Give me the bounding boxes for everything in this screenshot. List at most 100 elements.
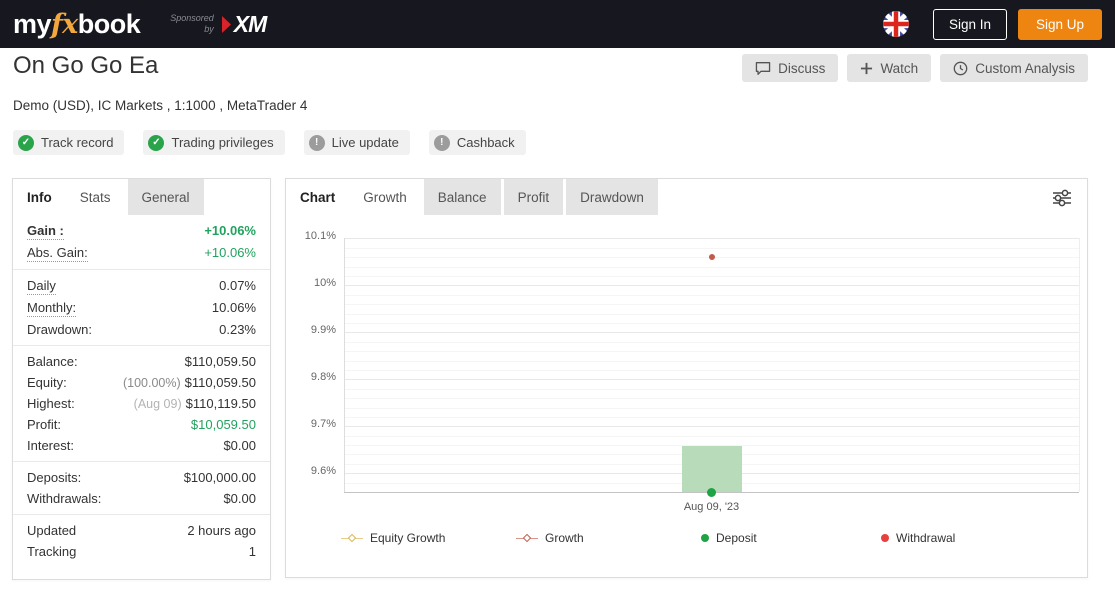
legend-marker-growth [516,534,538,543]
info-label[interactable]: Gain : [27,223,64,240]
sign-up-button[interactable]: Sign Up [1018,9,1102,40]
custom-analysis-button[interactable]: Custom Analysis [940,54,1088,82]
info-row-updated: Updated2 hours ago [27,520,256,541]
major-gridline [344,332,1079,333]
info-label[interactable]: Abs. Gain: [27,245,88,262]
data-point-growth [709,254,715,260]
logo-fx: fx [51,9,78,40]
info-label: Deposits: [27,470,81,486]
y-axis-tick-label: 9.7% [286,418,336,430]
info-label: Withdrawals: [27,491,101,507]
speech-bubble-icon [755,61,771,76]
info-value: 1 [249,544,256,560]
broker-link[interactable]: IC Markets [98,98,163,113]
info-row-gain: Gain :+10.06% [27,220,256,242]
language-flag-icon[interactable] [883,11,909,37]
info-label[interactable]: Monthly: [27,300,76,317]
y-axis-tick-label: 10% [286,277,336,289]
info-value: $100,000.00 [184,470,256,486]
account-title: On Go Go Ea [13,52,158,80]
xm-arrow-icon [221,15,232,34]
info-value: 10.06% [212,300,256,316]
minor-gridline [344,389,1079,390]
deposit-band [682,446,742,492]
badge-live-update[interactable]: ! Live update [304,130,410,155]
info-value: $110,059.50 [185,354,256,370]
badge-label: Live update [332,135,399,150]
plot-right-border [1079,238,1080,492]
legend-item-equity-growth[interactable]: Equity Growth [341,531,445,545]
legend-marker-withdrawal [881,534,889,542]
badge-label: Track record [41,135,113,150]
minor-gridline [344,370,1079,371]
sponsored-by-label: Sponsored by [170,13,214,35]
badge-label: Cashback [457,135,515,150]
discuss-button[interactable]: Discuss [742,54,838,82]
info-value: 2 hours ago [187,523,256,539]
legend-item-withdrawal[interactable]: Withdrawal [881,531,955,545]
watch-button[interactable]: Watch [847,54,931,82]
legend-label: Growth [545,531,584,545]
logo-book: book [78,9,141,39]
info-row-abs-gain: Abs. Gain:+10.06% [27,242,256,264]
sign-in-button[interactable]: Sign In [933,9,1007,40]
info-label: Equity: [27,375,67,391]
divider [13,461,270,462]
legend-item-growth[interactable]: Growth [516,531,584,545]
check-circle-icon: ✓ [148,135,164,151]
divider [13,269,270,270]
badge-label: Trading privileges [171,135,273,150]
info-value: (Aug 09)$110,119.50 [134,396,256,412]
info-panel: InfoStatsGeneral Gain :+10.06%Abs. Gain:… [12,178,271,580]
sponsor-block[interactable]: Sponsored by XM [170,13,266,36]
info-value: (100.00%)$110,059.50 [123,375,256,391]
info-label: Profit: [27,417,61,433]
info-rows: Gain :+10.06%Abs. Gain:+10.06% Daily 0.07%… [13,215,270,562]
legend-item-deposit[interactable]: Deposit [701,531,757,545]
minor-gridline [344,351,1079,352]
info-row-interest: Interest:$0.00 [27,435,256,456]
info-value: $0.00 [223,438,256,454]
tab-stats[interactable]: Stats [66,179,125,215]
info-label: Highest: [27,396,75,412]
y-axis-tick-label: 9.9% [286,324,336,336]
exclamation-circle-icon: ! [309,135,325,151]
custom-analysis-label: Custom Analysis [975,61,1075,76]
plus-icon [860,62,873,75]
page: myfxbook Sponsored by XM [0,0,1115,593]
navbar-right: Sign In Sign Up [883,9,1102,40]
info-label[interactable]: Daily [27,278,56,295]
info-label: Tracking [27,544,76,560]
info-tabs: InfoStatsGeneral [13,179,270,215]
legend-label: Deposit [716,531,757,545]
clock-icon [953,61,968,76]
badge-cashback[interactable]: !Cashback [429,130,526,155]
info-row-profit: Profit: $10,059.50 [27,414,256,435]
info-row-deposits: Deposits: $100,000.00 [27,467,256,488]
y-axis-line [344,238,345,492]
y-axis-tick-label: 9.6% [286,465,336,477]
badge-trading-privileges[interactable]: ✓ Trading privileges [143,130,284,155]
verification-badges: ✓Track record ✓ Trading privileges! Live up… [13,130,526,155]
top-navbar: myfxbook Sponsored by XM [0,0,1115,48]
account-actions: Discuss Watch Custom Analysis [742,54,1088,82]
badge-track-record[interactable]: ✓Track record [13,130,124,155]
legend-marker-equity-growth [341,534,363,543]
minor-gridline [344,304,1079,305]
growth-chart: 10.1%10%9.9%9.8%9.7%9.6%Aug 09, '23Equit… [286,179,1087,577]
info-label: Balance: [27,354,78,370]
minor-gridline [344,342,1079,343]
xm-logo: XM [221,13,267,36]
tab-general[interactable]: General [128,179,204,215]
info-value: 0.07% [219,278,256,294]
major-gridline [344,426,1079,427]
tab-info[interactable]: Info [13,179,66,215]
info-row-drawdown: Drawdown:0.23% [27,319,256,340]
info-value: $10,059.50 [191,417,256,433]
minor-gridline [344,276,1079,277]
major-gridline [344,285,1079,286]
legend-marker-deposit [701,534,709,542]
major-gridline [344,379,1079,380]
myfxbook-logo[interactable]: myfxbook [13,11,140,38]
minor-gridline [344,295,1079,296]
